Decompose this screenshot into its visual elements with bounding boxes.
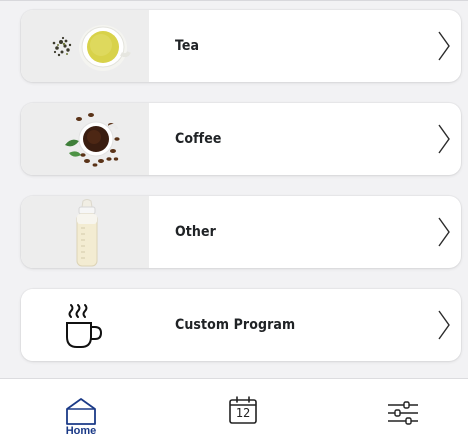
nav-home-label: Home: [65, 425, 97, 437]
category-label: Custom Program: [175, 317, 296, 333]
nav-calendar[interactable]: 12: [198, 379, 288, 443]
calendar-icon: 12: [228, 395, 258, 425]
tea-thumbnail: [21, 10, 149, 82]
nav-home[interactable]: Home: [36, 379, 126, 443]
tea-cup-icon: [52, 25, 131, 71]
custom-thumbnail: [21, 289, 149, 361]
bottom-navigation: Home 12: [0, 378, 468, 443]
category-card-coffee[interactable]: Coffee: [21, 103, 461, 175]
nav-settings[interactable]: [358, 379, 448, 443]
category-list: Tea Coffee Other Custom Program: [0, 0, 468, 378]
calendar-day: 12: [235, 406, 251, 420]
steaming-cup-icon: [66, 304, 103, 348]
coffee-cup-icon: [65, 113, 120, 167]
category-label: Coffee: [175, 131, 222, 147]
home-icon: [66, 398, 96, 425]
chevron-right-icon: [438, 310, 450, 340]
coffee-thumbnail: [21, 103, 149, 175]
category-card-other[interactable]: Other: [21, 196, 461, 268]
category-card-custom-program[interactable]: Custom Program: [21, 289, 461, 361]
chevron-right-icon: [438, 31, 450, 61]
baby-bottle-icon: [76, 199, 98, 267]
category-label: Other: [175, 224, 216, 240]
bottle-thumbnail: [21, 196, 149, 268]
category-label: Tea: [175, 38, 200, 54]
chevron-right-icon: [438, 124, 450, 154]
category-card-tea[interactable]: Tea: [21, 10, 461, 82]
chevron-right-icon: [438, 217, 450, 247]
sliders-icon: [388, 401, 418, 425]
